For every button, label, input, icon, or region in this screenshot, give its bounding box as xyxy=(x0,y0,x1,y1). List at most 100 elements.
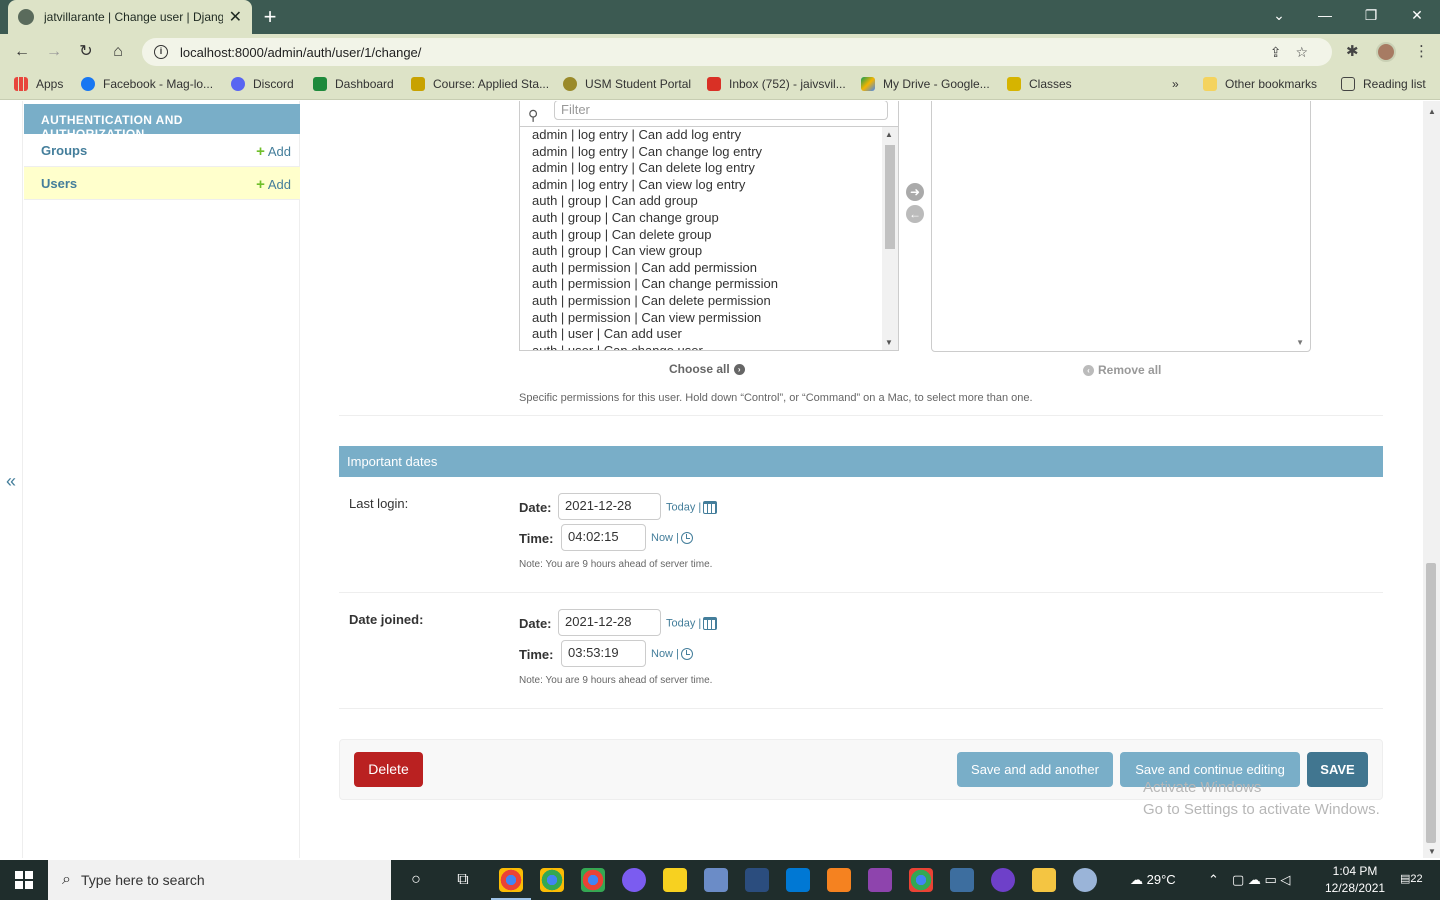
forward-arrow-icon[interactable]: → xyxy=(42,40,66,64)
chosen-permissions-select[interactable]: ▼ xyxy=(931,101,1311,352)
file-explorer-icon[interactable] xyxy=(1032,868,1056,892)
app-icon[interactable] xyxy=(704,868,728,892)
choose-all-link[interactable]: Choose all › xyxy=(669,362,745,376)
weather-widget[interactable]: ☁ 29°C xyxy=(1130,872,1176,888)
reload-icon[interactable]: ↻ xyxy=(74,40,98,64)
permission-option[interactable]: admin | log entry | Can add log entry xyxy=(520,127,898,144)
start-button[interactable] xyxy=(0,860,48,900)
calendar-icon[interactable] xyxy=(703,501,718,514)
bookmark-facebook[interactable]: Facebook - Mag-lo... xyxy=(81,77,213,91)
last-login-today-link[interactable]: Today | xyxy=(666,501,718,514)
back-arrow-icon[interactable]: ← xyxy=(10,40,34,64)
permission-option[interactable]: auth | group | Can view group xyxy=(520,243,898,260)
scroll-up-arrow-icon[interactable]: ▲ xyxy=(1428,107,1436,116)
mysql-workbench-icon[interactable] xyxy=(745,868,769,892)
bookmark-course[interactable]: Course: Applied Sta... xyxy=(411,77,549,91)
permission-option[interactable]: auth | group | Can add group xyxy=(520,193,898,210)
tray-overflow-icon[interactable]: ⌃ xyxy=(1208,872,1219,888)
permission-option[interactable]: admin | log entry | Can view log entry xyxy=(520,177,898,194)
github-desktop-icon[interactable] xyxy=(991,868,1015,892)
permissions-filter-input[interactable]: Filter xyxy=(554,101,888,120)
sublime-text-icon[interactable] xyxy=(827,868,851,892)
permission-option[interactable]: auth | permission | Can add permission xyxy=(520,260,898,277)
permission-option[interactable]: auth | user | Can add user xyxy=(520,326,898,343)
bookmark-discord[interactable]: Discord xyxy=(231,77,294,91)
add-user-link[interactable]: + Add xyxy=(256,176,291,193)
scroll-down-arrow-icon[interactable]: ▼ xyxy=(1296,338,1304,347)
tab-close-icon[interactable]: ✕ xyxy=(229,7,242,27)
page-scroll-thumb[interactable] xyxy=(1426,563,1436,843)
date-joined-date-input[interactable]: 2021-12-28 xyxy=(558,609,661,636)
home-icon[interactable]: ⌂ xyxy=(106,40,130,64)
permission-option[interactable]: auth | permission | Can view permission xyxy=(520,310,898,327)
last-login-date-input[interactable]: 2021-12-28 xyxy=(558,493,661,520)
permission-option[interactable]: auth | group | Can change group xyxy=(520,210,898,227)
reading-list-button[interactable]: Reading list xyxy=(1341,77,1426,91)
nav-sidebar-toggle[interactable]: « xyxy=(0,471,22,492)
new-tab-button[interactable]: + xyxy=(258,3,282,31)
share-bookmark-icons[interactable]: ⇪☆ xyxy=(1270,44,1322,61)
last-login-now-link[interactable]: Now | xyxy=(651,532,693,545)
delete-button[interactable]: Delete xyxy=(354,752,423,787)
profile-avatar[interactable] xyxy=(1376,42,1396,62)
chrome-profile-2-icon[interactable] xyxy=(581,868,605,892)
taskbar-search-box[interactable]: ⌕ Type here to search xyxy=(48,860,391,900)
bookmark-dashboard[interactable]: Dashboard xyxy=(313,77,394,91)
bookmarks-overflow-button[interactable]: » xyxy=(1172,77,1179,91)
bookmark-classes[interactable]: Classes xyxy=(1007,77,1072,91)
available-permissions-scrollbar[interactable]: ▲ ▼ xyxy=(882,127,898,350)
add-group-link[interactable]: + Add xyxy=(256,143,291,160)
choose-arrow-button[interactable]: ➜ xyxy=(906,183,924,201)
clock-icon[interactable] xyxy=(680,648,693,661)
module-caption-auth[interactable]: AUTHENTICATION AND AUTHORIZATION xyxy=(24,104,300,141)
last-login-time-input[interactable]: 04:02:15 xyxy=(561,524,646,551)
remove-arrow-button[interactable]: ← xyxy=(906,205,924,223)
paint-icon[interactable] xyxy=(1073,868,1097,892)
remove-all-link[interactable]: ‹ Remove all xyxy=(1083,363,1161,377)
chrome-profile-3-icon[interactable] xyxy=(909,868,933,892)
permission-option[interactable]: auth | permission | Can delete permissio… xyxy=(520,293,898,310)
address-bar[interactable]: i localhost:8000/admin/auth/user/1/chang… xyxy=(142,38,1332,66)
scroll-down-arrow-icon[interactable]: ▼ xyxy=(885,338,893,347)
groups-link[interactable]: Groups xyxy=(41,143,87,158)
bookmark-gmail[interactable]: Inbox (752) - jaivsvil... xyxy=(707,77,846,91)
sticky-notes-icon[interactable] xyxy=(663,868,687,892)
vscode-icon[interactable] xyxy=(786,868,810,892)
date-joined-today-link[interactable]: Today | xyxy=(666,617,718,630)
scroll-thumb[interactable] xyxy=(885,145,895,249)
tray-system-icons[interactable]: ▢ ☁ ▭ ◁ xyxy=(1232,872,1290,888)
extensions-icon[interactable]: ✱ xyxy=(1346,42,1359,60)
messenger-icon[interactable] xyxy=(622,868,646,892)
permission-option[interactable]: admin | log entry | Can change log entry xyxy=(520,144,898,161)
site-info-icon[interactable]: i xyxy=(154,45,168,59)
scroll-up-arrow-icon[interactable]: ▲ xyxy=(885,130,893,139)
git-icon[interactable] xyxy=(868,868,892,892)
clock-icon[interactable] xyxy=(680,532,693,545)
minimize-button[interactable]: — xyxy=(1302,0,1348,30)
date-joined-now-link[interactable]: Now | xyxy=(651,648,693,661)
restore-button[interactable]: ❐ xyxy=(1348,0,1394,30)
permission-option[interactable]: auth | user | Can change user xyxy=(520,343,898,350)
bookmark-drive[interactable]: My Drive - Google... xyxy=(861,77,990,91)
save-button[interactable]: SAVE xyxy=(1307,752,1368,787)
permission-option[interactable]: auth | permission | Can change permissio… xyxy=(520,276,898,293)
permission-option[interactable]: auth | group | Can delete group xyxy=(520,227,898,244)
close-window-button[interactable]: ✕ xyxy=(1394,0,1440,30)
scroll-down-arrow-icon[interactable]: ▼ xyxy=(1428,847,1436,856)
available-permissions-select[interactable]: admin | log entry | Can add log entry adm… xyxy=(519,127,899,351)
chrome-icon[interactable] xyxy=(499,868,523,892)
tab-search-icon[interactable]: ⌄ xyxy=(1256,0,1302,30)
task-view-icon[interactable]: ⧉ xyxy=(451,868,475,892)
users-link[interactable]: Users xyxy=(41,176,77,191)
calendar-icon[interactable] xyxy=(703,617,718,630)
virtualbox-icon[interactable] xyxy=(950,868,974,892)
chrome-profile-icon[interactable] xyxy=(540,868,564,892)
browser-tab-active[interactable]: jatvillarante | Change user | Djang ✕ xyxy=(8,0,252,34)
cortana-icon[interactable]: ○ xyxy=(404,868,428,892)
save-and-add-another-button[interactable]: Save and add another xyxy=(957,752,1113,787)
date-joined-time-input[interactable]: 03:53:19 xyxy=(561,640,646,667)
other-bookmarks-folder[interactable]: Other bookmarks xyxy=(1203,77,1317,91)
notification-center-button[interactable]: ▤22 xyxy=(1400,872,1423,885)
page-scrollbar[interactable]: ▲ ▼ xyxy=(1423,101,1440,858)
bookmark-usm-portal[interactable]: USM Student Portal xyxy=(563,77,691,91)
